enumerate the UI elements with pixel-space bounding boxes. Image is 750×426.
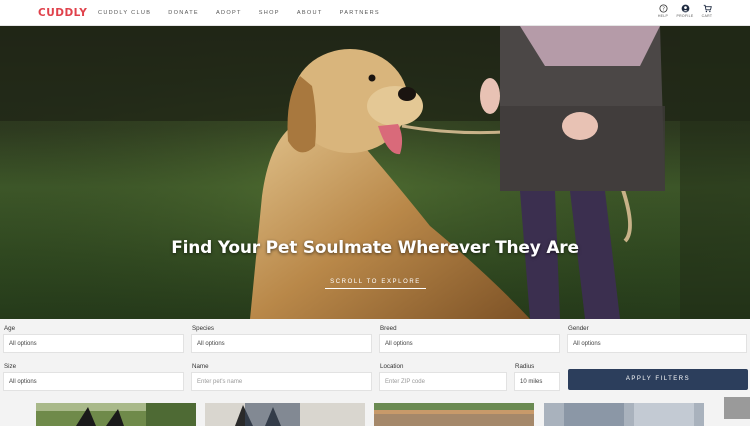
nav-links: CUDDLY CLUB DONATE ADOPT SHOP ABOUT PART… <box>98 10 397 16</box>
gender-select[interactable]: All options <box>567 334 747 353</box>
top-navbar: CUDDLY CUDDLY CLUB DONATE ADOPT SHOP ABO… <box>0 0 750 26</box>
pet-photo <box>544 403 704 426</box>
name-label: Name <box>192 363 209 370</box>
svg-text:?: ? <box>662 6 665 12</box>
size-label: Size <box>4 363 17 370</box>
pet-name-input[interactable]: Enter pet's name <box>191 372 372 391</box>
gender-label: Gender <box>568 325 589 332</box>
location-label: Location <box>380 363 404 370</box>
scroll-to-top-button[interactable] <box>724 397 750 419</box>
scroll-to-explore-link[interactable]: SCROLL TO EXPLORE <box>325 279 426 289</box>
nav-icons: ? HELP PROFILE CART <box>652 4 718 18</box>
pet-photo <box>36 403 196 426</box>
apply-filters-button[interactable]: APPLY FILTERS <box>568 369 748 390</box>
pet-card-4[interactable] <box>544 403 704 426</box>
pet-filter-panel: Age All options Species All options Bree… <box>0 319 750 426</box>
zip-code-input[interactable]: Enter ZIP code <box>379 372 507 391</box>
species-label: Species <box>192 325 215 332</box>
species-select[interactable]: All options <box>191 334 372 353</box>
help-button[interactable]: ? HELP <box>652 4 674 18</box>
cuddly-logo[interactable]: CUDDLY <box>38 7 87 19</box>
nav-link-adopt[interactable]: ADOPT <box>216 10 242 16</box>
nav-link-about[interactable]: ABOUT <box>297 10 323 16</box>
radius-label: Radius <box>515 363 535 370</box>
pet-card-3[interactable] <box>374 403 534 426</box>
age-select[interactable]: All options <box>3 334 184 353</box>
breed-select[interactable]: All options <box>379 334 560 353</box>
age-label: Age <box>4 325 16 332</box>
profile-label: PROFILE <box>676 14 694 18</box>
breed-label: Breed <box>380 325 397 332</box>
help-label: HELP <box>657 14 669 18</box>
profile-button[interactable]: PROFILE <box>674 4 696 18</box>
hero-banner: Find Your Pet Soulmate Wherever They Are… <box>0 26 750 319</box>
nav-link-donate[interactable]: DONATE <box>168 10 199 16</box>
pet-photo <box>374 403 534 426</box>
nav-link-partners[interactable]: PARTNERS <box>340 10 380 16</box>
pet-card-2[interactable] <box>205 403 365 426</box>
hero-title: Find Your Pet Soulmate Wherever They Are <box>171 238 579 258</box>
help-icon: ? <box>658 4 668 13</box>
profile-icon <box>681 4 689 13</box>
pet-photo <box>205 403 365 426</box>
pet-card-1[interactable] <box>36 403 196 426</box>
radius-select[interactable]: 10 miles <box>514 372 560 391</box>
nav-link-shop[interactable]: SHOP <box>259 10 280 16</box>
size-select[interactable]: All options <box>3 372 184 391</box>
cart-button[interactable]: CART <box>696 4 718 18</box>
cart-label: CART <box>701 14 713 18</box>
nav-link-cuddly-club[interactable]: CUDDLY CLUB <box>98 10 151 16</box>
cart-icon <box>703 4 712 13</box>
hero-dog-photo <box>0 26 750 319</box>
